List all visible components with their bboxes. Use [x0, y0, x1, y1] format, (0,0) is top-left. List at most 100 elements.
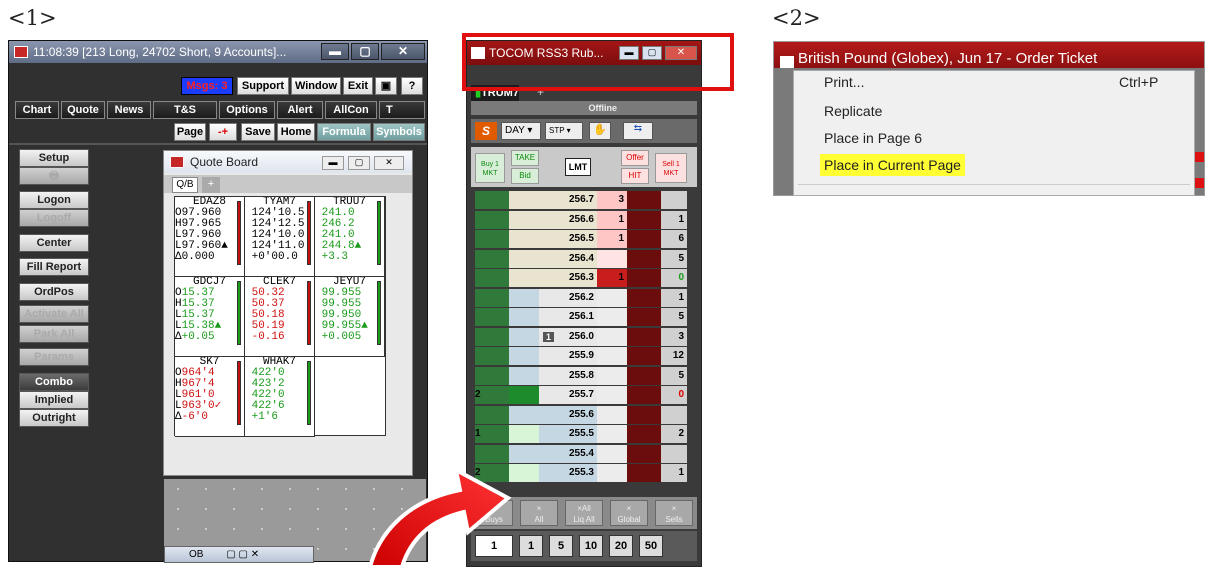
sell-cell	[627, 327, 661, 346]
quote-button[interactable]: Quote	[61, 101, 105, 119]
quote-value: -0.16	[251, 331, 285, 343]
cancel-all-button[interactable]: × All	[520, 500, 558, 526]
bid-cell: 2	[475, 386, 509, 404]
lmt-button[interactable]: LMT	[565, 158, 591, 176]
quote-cell[interactable]: TRUU7 241.0 246.2 241.0 244.8▲ +3.3	[315, 197, 385, 277]
buy-cell	[509, 347, 539, 365]
main-window-title: 11:08:39 [213 Long, 24702 Short, 9 Accou…	[33, 45, 287, 59]
more-button[interactable]: T	[379, 101, 425, 119]
add-tab-icon[interactable]: +	[202, 177, 220, 193]
s-button[interactable]: S	[475, 122, 497, 140]
price-cell: 256.0 1	[539, 327, 597, 346]
ladder-row[interactable]: 255.6	[475, 405, 687, 424]
quantity-50-button[interactable]: 50	[639, 535, 663, 557]
maximize-button[interactable]: ▢	[351, 43, 379, 60]
cancel-sells-button[interactable]: × Sells	[655, 500, 693, 526]
logon-button[interactable]: Logon	[19, 191, 89, 209]
activate-all-button[interactable]: Activate All	[19, 305, 89, 323]
quantity-1-button[interactable]: 1	[519, 535, 543, 557]
qb-minimize-button[interactable]: ▬	[322, 156, 344, 170]
setup-button[interactable]: Setup	[19, 149, 89, 167]
logoff-button[interactable]: Logoff	[19, 209, 89, 227]
close-button[interactable]: ✕	[381, 43, 425, 60]
tab-qb[interactable]: Q/B	[172, 177, 198, 193]
buy-cell	[509, 269, 539, 287]
help-icon[interactable]: ?	[401, 77, 423, 95]
chart-button[interactable]: Chart	[15, 101, 59, 119]
hit-button[interactable]: HIT	[621, 168, 649, 184]
recenter-icon[interactable]: ⇆	[623, 122, 653, 140]
menu-item-place-in-current-page[interactable]: Place in Current Page	[820, 154, 965, 176]
quantity-10-button[interactable]: 10	[579, 535, 603, 557]
params-button[interactable]: Params	[19, 348, 89, 366]
qb-close-button[interactable]: ✕	[374, 156, 404, 170]
qb-maximize-button[interactable]: ▢	[348, 156, 370, 170]
ts-button[interactable]: T&S	[153, 101, 217, 119]
save-button[interactable]: Save	[241, 123, 275, 141]
quote-cell[interactable]: EDAZ8 O97.960 H97.965 L97.960 L97.960▲ Δ0.000	[175, 197, 245, 277]
hand-icon[interactable]: ✋	[589, 122, 611, 140]
sell-market-button[interactable]: Sell 1 MKT	[655, 153, 687, 183]
quote-cell[interactable]: JEYU7 99.955 99.955 99.950 99.955▲ +0.00…	[315, 277, 385, 357]
ladder-row[interactable]: 256.7 3	[475, 191, 687, 209]
range-bar	[307, 201, 311, 265]
window-icon[interactable]: ▣	[375, 77, 397, 95]
quote-cell[interactable]: WHAK7 422'0 423'2 422'0 422'6 +1'6	[245, 357, 315, 437]
home-button[interactable]: Home	[277, 123, 315, 141]
news-button[interactable]: News	[107, 101, 151, 119]
combo-button[interactable]: Combo	[19, 373, 89, 391]
fill-report-button[interactable]: Fill Report	[19, 258, 89, 276]
ladder-row[interactable]: 256.2 1	[475, 288, 687, 307]
ladder-row[interactable]: 256.1 5	[475, 308, 687, 326]
print-button[interactable]: 🖶	[19, 167, 89, 185]
take-button[interactable]: TAKE	[511, 150, 539, 166]
support-button[interactable]: Support	[237, 77, 289, 95]
price-cell: 256.3	[539, 269, 597, 287]
ladder-row[interactable]: 256.5 1 6	[475, 230, 687, 248]
outright-button[interactable]: Outright	[19, 409, 89, 427]
alert-button[interactable]: Alert	[277, 101, 323, 119]
stp-select[interactable]: STP ▾	[545, 122, 583, 140]
allcon-button[interactable]: AllCon	[325, 101, 377, 119]
ladder-row[interactable]: 256.0 1 3	[475, 327, 687, 346]
options-button[interactable]: Options	[219, 101, 275, 119]
ladder-row[interactable]: 256.4 5	[475, 249, 687, 268]
exit-button[interactable]: Exit	[343, 77, 373, 95]
ob-window-titlebar[interactable]: OB ▢ ▢ ✕	[164, 546, 314, 563]
symbols-button[interactable]: Symbols	[373, 123, 425, 141]
ladder-row[interactable]: 256.6 1 1	[475, 210, 687, 229]
quantity-20-button[interactable]: 20	[609, 535, 633, 557]
quote-cell[interactable]: GDCJ7 O15.37 H15.37 L15.37 L15.38▲ Δ+0.05	[175, 277, 245, 357]
price-cell: 256.2	[539, 288, 597, 307]
price-cell: 255.8	[539, 366, 597, 385]
ladder-row[interactable]: 256.3 1 0	[475, 269, 687, 287]
bid-cell	[475, 249, 509, 268]
cancel-liq-all-button[interactable]: ×All Liq All	[565, 500, 603, 526]
implied-button[interactable]: Implied	[19, 391, 89, 409]
menu-item-place-in-page-6[interactable]: Place in Page 6	[824, 127, 922, 149]
center-button[interactable]: Center	[19, 234, 89, 252]
order-ticket-titlebar[interactable]: British Pound (Globex), Jun 17 - Order T…	[774, 42, 1204, 68]
quote-cell[interactable]: SK7 O964'4 H967'4 L961'0 L963'0✓ Δ-6'0	[175, 357, 245, 437]
quote-cell[interactable]: CLEK7 50.32 50.37 50.18 50.19 -0.16	[245, 277, 315, 357]
ordpos-button[interactable]: OrdPos	[19, 283, 89, 301]
bid-button[interactable]: Bid	[511, 168, 539, 184]
window-button[interactable]: Window	[291, 77, 341, 95]
ladder-row[interactable]: 255.8 5	[475, 366, 687, 385]
ladder-row[interactable]: 255.9 12	[475, 347, 687, 365]
offer-button[interactable]: Offer	[621, 150, 649, 166]
buy-market-button[interactable]: Buy 1 MKT	[475, 153, 505, 183]
quote-cell[interactable]: TYAM7 124'10.5 124'12.5 124'10.0 124'11.…	[245, 197, 315, 277]
messages-button[interactable]: Msgs: 3	[181, 77, 233, 95]
page-button[interactable]: Page	[174, 123, 206, 141]
tif-select[interactable]: DAY ▾	[501, 122, 541, 140]
park-all-button[interactable]: Park All	[19, 325, 89, 343]
ladder-row[interactable]: 2 255.7 0	[475, 386, 687, 404]
page-plus-minus-button[interactable]: -+	[209, 123, 237, 141]
cancel-global-button[interactable]: × Global	[610, 500, 648, 526]
minimize-button[interactable]: ▬	[321, 43, 349, 60]
menu-item-print[interactable]: Print...	[824, 71, 864, 93]
menu-item-replicate[interactable]: Replicate	[824, 100, 882, 122]
quantity-5-button[interactable]: 5	[549, 535, 573, 557]
formula-button[interactable]: Formula	[317, 123, 371, 141]
